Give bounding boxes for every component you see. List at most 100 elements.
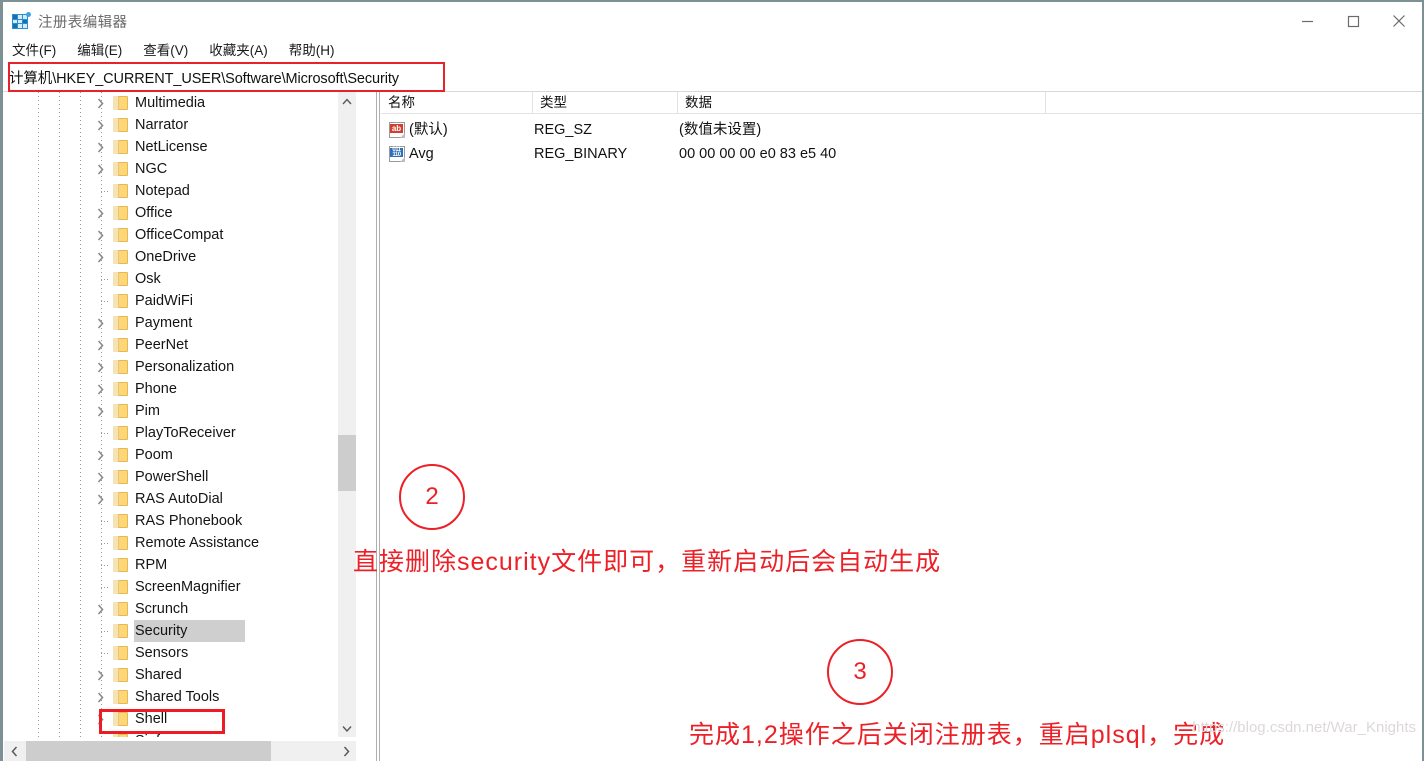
chevron-right-icon[interactable] xyxy=(92,400,108,422)
tree-item-payment[interactable]: Payment xyxy=(3,312,355,334)
tree-item-security[interactable]: Security xyxy=(3,620,355,642)
chevron-right-icon[interactable] xyxy=(92,158,108,180)
tree-item-label: Security xyxy=(134,620,246,642)
column-header-type[interactable]: 类型 xyxy=(533,92,678,114)
maximize-button[interactable] xyxy=(1330,2,1376,40)
tree-item-label: RAS AutoDial xyxy=(135,491,223,507)
tree-item-ngc[interactable]: NGC xyxy=(3,158,355,180)
scroll-left-icon[interactable] xyxy=(4,741,24,761)
value-data: (数值未设置) xyxy=(679,122,762,138)
tree-item-label: RAS Phonebook xyxy=(135,513,243,529)
tree-item-label: Shared xyxy=(135,667,182,683)
tree-item-notepad[interactable]: Notepad xyxy=(3,180,355,202)
chevron-right-icon[interactable] xyxy=(92,444,108,466)
tree-item-label: Personalization xyxy=(135,359,235,375)
chevron-right-icon[interactable] xyxy=(92,92,108,114)
folder-icon xyxy=(113,184,128,198)
scroll-right-icon[interactable] xyxy=(336,741,356,761)
tree-item-narrator[interactable]: Narrator xyxy=(3,114,355,136)
chevron-right-icon[interactable] xyxy=(92,664,108,686)
folder-icon xyxy=(113,734,128,737)
tree-item-phone[interactable]: Phone xyxy=(3,378,355,400)
table-row[interactable]: 011 110 Avg REG_BINARY 00 00 00 00 e0 83 … xyxy=(381,142,1422,166)
tree-item-onedrive[interactable]: OneDrive xyxy=(3,246,355,268)
tree-item-scrunch[interactable]: Scrunch xyxy=(3,598,355,620)
folder-icon xyxy=(113,646,128,660)
tree-connector-line xyxy=(101,565,110,566)
chevron-right-icon[interactable] xyxy=(92,224,108,246)
binary-value-icon: 011 110 xyxy=(389,146,405,162)
chevron-right-icon[interactable] xyxy=(92,246,108,268)
tree-connector-line xyxy=(101,543,110,544)
scroll-up-icon[interactable] xyxy=(338,92,356,110)
chevron-right-icon[interactable] xyxy=(92,136,108,158)
tree-item-poom[interactable]: Poom xyxy=(3,444,355,466)
menu-item-file[interactable]: 文件(F) xyxy=(10,40,64,61)
tree-item-ras-phonebook[interactable]: RAS Phonebook xyxy=(3,510,355,532)
tree-item-paidwifi[interactable]: PaidWiFi xyxy=(3,290,355,312)
folder-icon xyxy=(113,96,128,110)
chevron-right-icon[interactable] xyxy=(92,598,108,620)
tree-item-playtoreceiver[interactable]: PlayToReceiver xyxy=(3,422,355,444)
chevron-right-icon[interactable] xyxy=(92,356,108,378)
tree-item-label: Osk xyxy=(135,271,161,287)
tree-vertical-scrollbar[interactable] xyxy=(338,92,356,737)
pane-splitter[interactable] xyxy=(376,92,380,761)
tree-item-personalization[interactable]: Personalization xyxy=(3,356,355,378)
chevron-right-icon[interactable] xyxy=(92,312,108,334)
tree-item-ras-autodial[interactable]: RAS AutoDial xyxy=(3,488,355,510)
chevron-right-icon[interactable] xyxy=(92,466,108,488)
tree-item-label: Sensors xyxy=(135,645,189,661)
chevron-right-icon[interactable] xyxy=(92,488,108,510)
tree-item-osk[interactable]: Osk xyxy=(3,268,355,290)
tree-item-label: Phone xyxy=(135,381,177,397)
address-bar[interactable]: 计算机\HKEY_CURRENT_USER\Software\Microsoft… xyxy=(3,63,1422,92)
tree-horizontal-scrollbar-thumb[interactable] xyxy=(26,741,271,761)
tree-item-netlicense[interactable]: NetLicense xyxy=(3,136,355,158)
tree-item-peernet[interactable]: PeerNet xyxy=(3,334,355,356)
folder-icon xyxy=(113,492,128,506)
chevron-right-icon[interactable] xyxy=(92,708,108,730)
registry-tree[interactable]: Multimedia Narrator NetLicense NGC Notepad Of… xyxy=(3,92,355,737)
folder-icon xyxy=(113,668,128,682)
folder-icon xyxy=(113,690,128,704)
column-header-name[interactable]: 名称 xyxy=(381,92,533,114)
table-row[interactable]: ab (默认) REG_SZ (数值未设置) xyxy=(381,118,1422,142)
folder-icon xyxy=(113,272,128,286)
column-header-data[interactable]: 数据 xyxy=(678,92,1046,114)
chevron-right-icon[interactable] xyxy=(92,334,108,356)
tree-item-shared-tools[interactable]: Shared Tools xyxy=(3,686,355,708)
chevron-right-icon[interactable] xyxy=(92,202,108,224)
tree-horizontal-scrollbar[interactable] xyxy=(4,740,356,761)
chevron-right-icon[interactable] xyxy=(92,114,108,136)
tree-item-sensors[interactable]: Sensors xyxy=(3,642,355,664)
menu-item-help[interactable]: 帮助(H) xyxy=(287,40,343,61)
folder-icon xyxy=(113,316,128,330)
menu-item-view[interactable]: 查看(V) xyxy=(141,40,196,61)
value-type: REG_BINARY xyxy=(534,146,628,162)
tree-item-shared[interactable]: Shared xyxy=(3,664,355,686)
column-header-extra[interactable] xyxy=(1046,92,1422,114)
folder-icon xyxy=(113,118,128,132)
tree-item-multimedia[interactable]: Multimedia xyxy=(3,92,355,114)
tree-vertical-scrollbar-thumb[interactable] xyxy=(338,435,356,491)
folder-icon xyxy=(113,206,128,220)
menu-item-favorites[interactable]: 收藏夹(A) xyxy=(207,40,276,61)
tree-item-officecompat[interactable]: OfficeCompat xyxy=(3,224,355,246)
scroll-down-icon[interactable] xyxy=(338,719,356,737)
menu-item-edit[interactable]: 编辑(E) xyxy=(75,40,130,61)
tree-item-pim[interactable]: Pim xyxy=(3,400,355,422)
tree-item-remote-assistance[interactable]: Remote Assistance xyxy=(3,532,355,554)
tree-item-sinf[interactable]: Sinf xyxy=(3,730,355,737)
tree-item-label: Sinf xyxy=(134,730,164,737)
tree-item-powershell[interactable]: PowerShell xyxy=(3,466,355,488)
chevron-right-icon[interactable] xyxy=(92,686,108,708)
tree-item-rpm[interactable]: RPM xyxy=(3,554,355,576)
close-button[interactable] xyxy=(1376,2,1422,40)
tree-item-label: Shell xyxy=(135,711,168,727)
tree-item-screenmagnifier[interactable]: ScreenMagnifier xyxy=(3,576,355,598)
chevron-right-icon[interactable] xyxy=(92,378,108,400)
tree-item-office[interactable]: Office xyxy=(3,202,355,224)
minimize-button[interactable] xyxy=(1284,2,1330,40)
tree-item-shell[interactable]: Shell xyxy=(3,708,355,730)
